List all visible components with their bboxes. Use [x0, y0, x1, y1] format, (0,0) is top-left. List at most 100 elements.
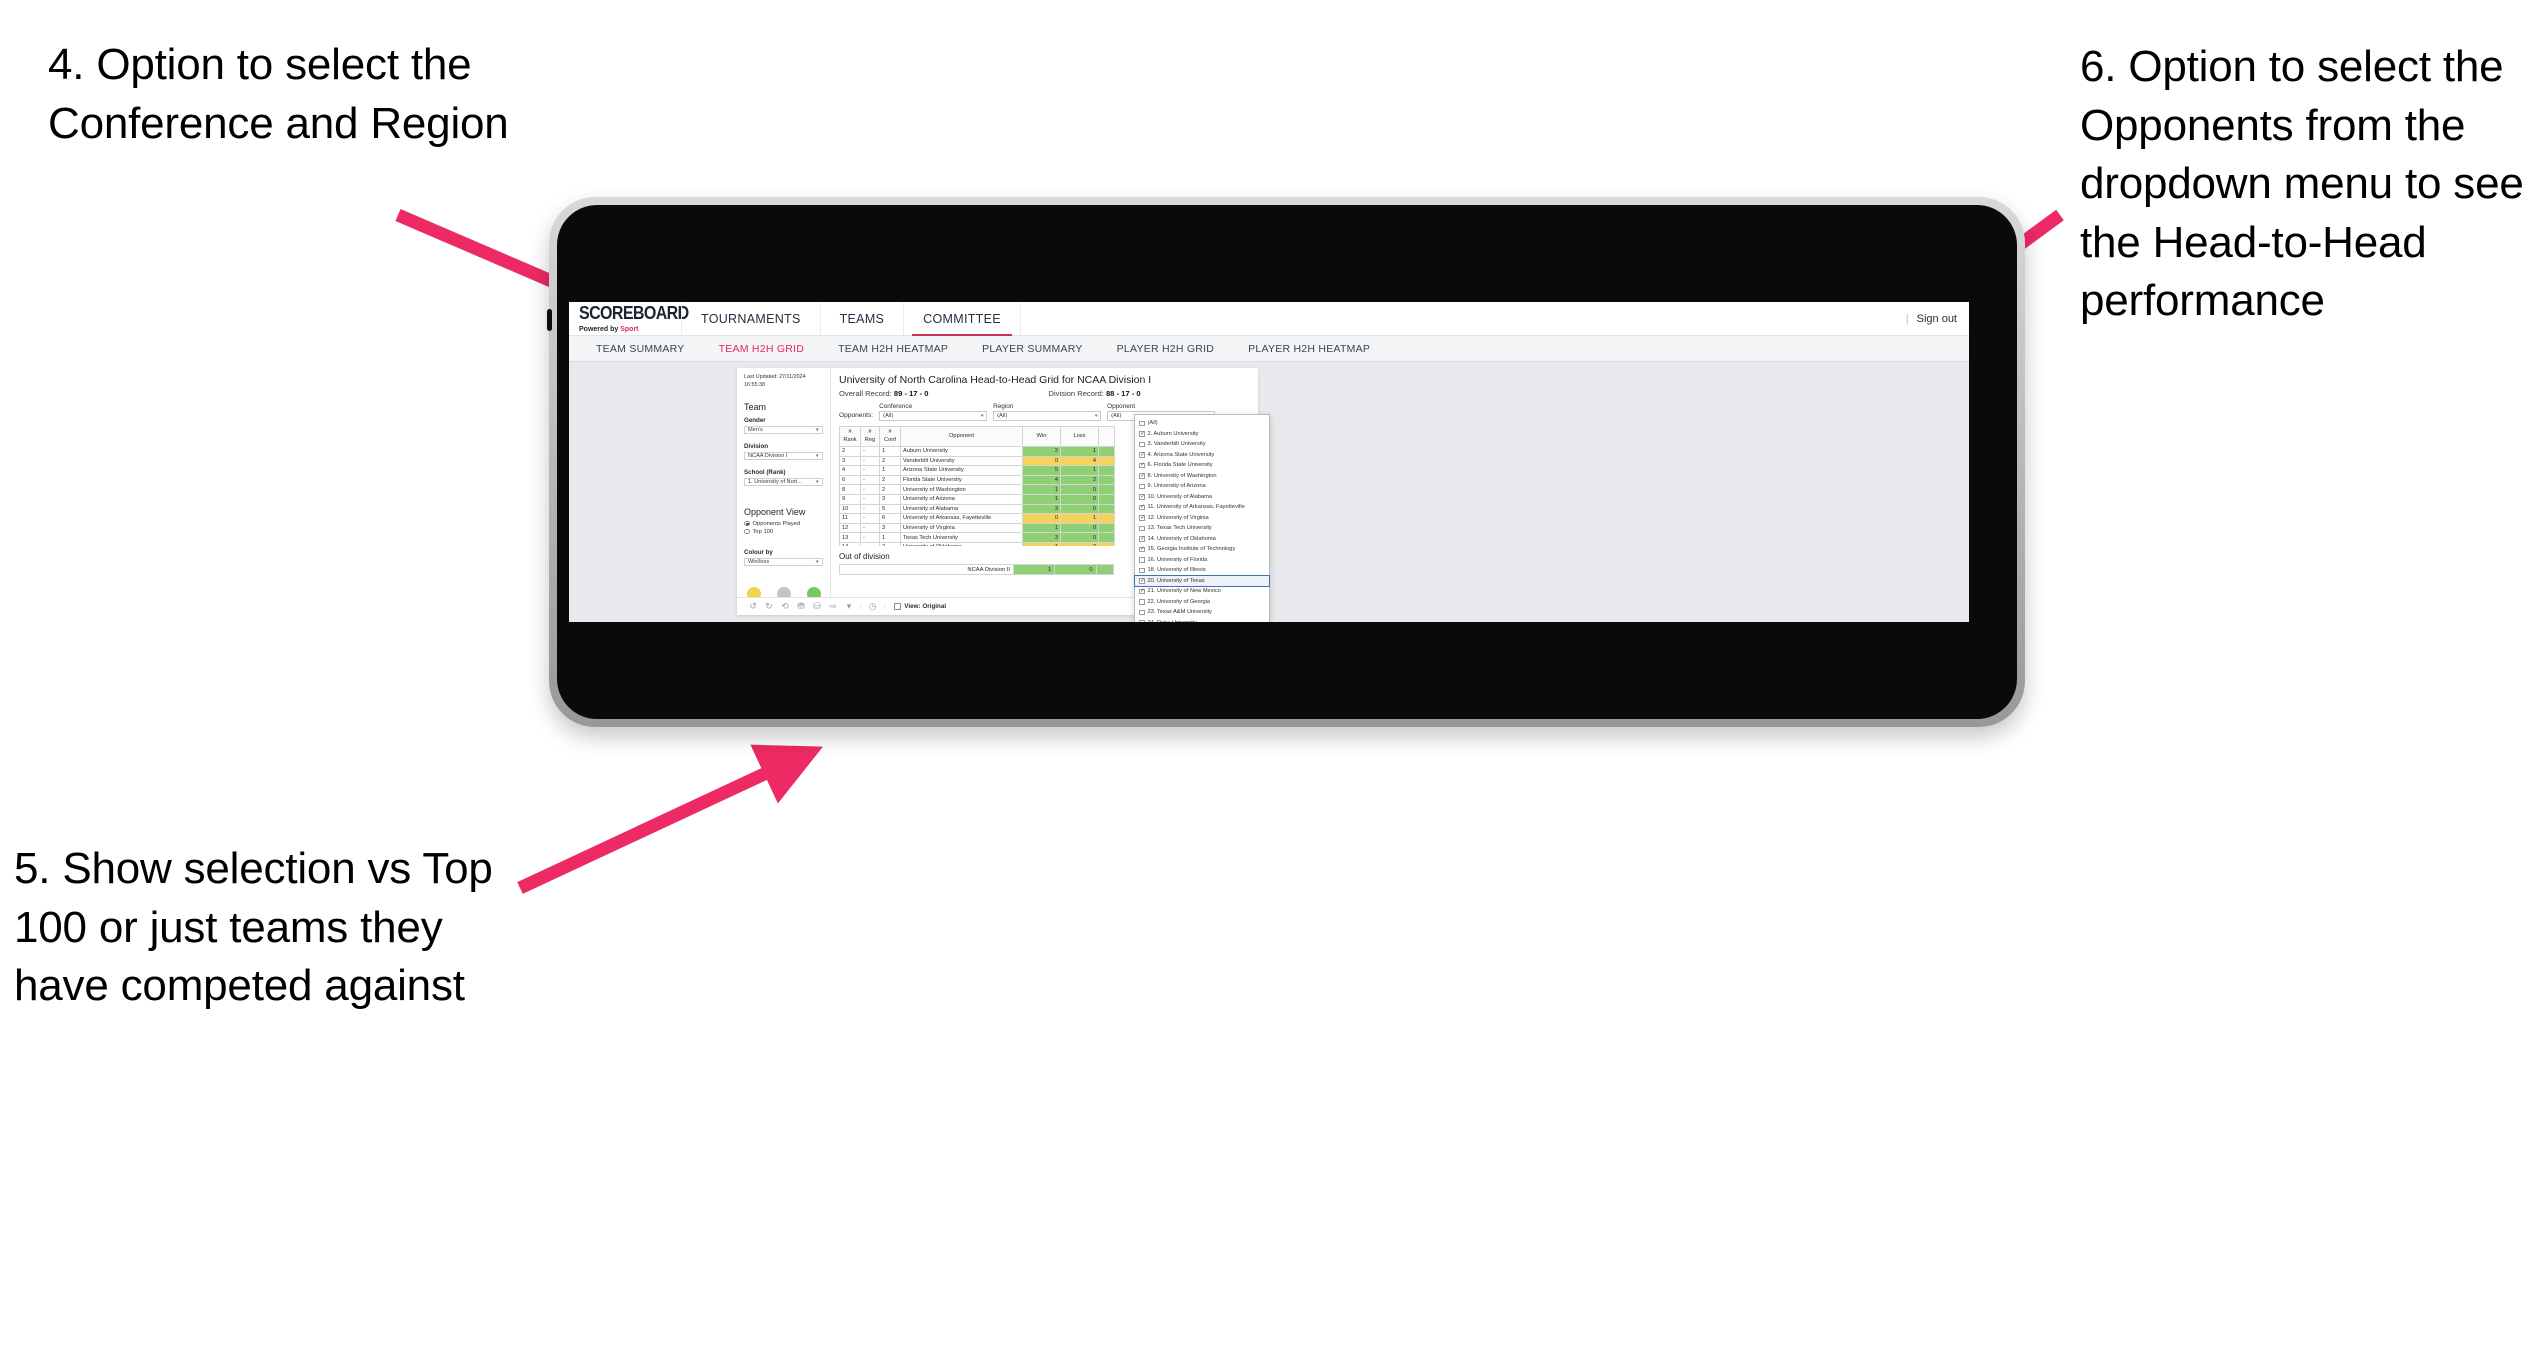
cell-rank: 11	[839, 513, 861, 524]
opponent-option[interactable]: 21. University of New Mexico	[1135, 586, 1269, 597]
signout-link[interactable]: Sign out	[1917, 313, 1957, 325]
table-row[interactable]: 9-3 University of Arizona 1 0	[839, 493, 1115, 505]
table-row[interactable]: 13-1 Texas Tech University 3 0	[839, 532, 1115, 543]
out-of-division-row[interactable]: NCAA Division II 1 0	[839, 564, 1115, 575]
refresh-data-icon[interactable]: ⛃	[793, 601, 809, 612]
checkbox-icon[interactable]	[1139, 588, 1145, 594]
opponent-option[interactable]: 11. University of Arkansas, Fayetteville	[1135, 502, 1269, 513]
cell-win: 3	[1022, 503, 1061, 515]
checkbox-icon[interactable]	[1139, 420, 1145, 426]
opponent-option[interactable]: 12. University of Virginia	[1135, 513, 1269, 524]
filter-conference-select[interactable]: (All) ▾	[879, 411, 988, 421]
brand-logo[interactable]: SCOREBOARD Powered by Sport	[569, 304, 689, 333]
table-row[interactable]: 10-5 University of Alabama 3 0	[839, 503, 1115, 515]
cell-rank: 14	[839, 541, 861, 546]
colour-by-select[interactable]: Win/loss ▾	[744, 557, 823, 566]
checkbox-icon[interactable]	[1139, 599, 1145, 605]
cell-reg: -	[860, 541, 880, 546]
subnav-item-team-h2h-grid[interactable]: TEAM H2H GRID	[702, 343, 822, 355]
table-row[interactable]: 2-1 Auburn University 2 1	[839, 446, 1115, 457]
opponent-option[interactable]: 10. University of Alabama	[1135, 492, 1269, 503]
table-row[interactable]: 14-2University of Oklahoma12	[839, 541, 1115, 546]
checkbox-icon[interactable]	[1139, 567, 1145, 573]
clock-icon[interactable]: ◷	[865, 601, 881, 612]
subnav-item-player-h2h-grid[interactable]: PLAYER H2H GRID	[1100, 343, 1232, 355]
checkbox-icon[interactable]	[1139, 515, 1145, 521]
subnav-item-player-summary[interactable]: PLAYER SUMMARY	[965, 343, 1100, 355]
radio-opponents-played[interactable]: Opponents Played	[744, 521, 823, 527]
table-row[interactable]: 12-3 University of Virginia 1 0	[839, 522, 1115, 534]
col-reg[interactable]: # Reg	[860, 426, 880, 447]
subnav-item-player-h2h-heatmap[interactable]: PLAYER H2H HEATMAP	[1231, 343, 1387, 355]
checkbox-icon[interactable]	[1139, 557, 1145, 563]
opponent-option[interactable]: 2. Auburn University	[1135, 429, 1269, 440]
signout-divider: |	[1905, 313, 1909, 325]
col-conf[interactable]: # Conf	[879, 426, 901, 447]
opponent-option[interactable]: 16. University of Florida	[1135, 555, 1269, 566]
checkbox-icon[interactable]	[1139, 441, 1145, 447]
filter-region-select[interactable]: (All) ▾	[993, 411, 1102, 421]
opponent-option[interactable]: 20. University of Texas	[1134, 574, 1270, 587]
school-rank-select[interactable]: 1. University of Nort... ▾	[744, 477, 823, 486]
checkbox-icon[interactable]	[1139, 609, 1145, 615]
checkbox-icon[interactable]	[1139, 473, 1145, 479]
table-row[interactable]: 6-2 Florida State University 4 2	[839, 474, 1115, 486]
redo-icon[interactable]: ↻	[761, 601, 777, 612]
gender-select[interactable]: Men's ▾	[744, 425, 823, 434]
opponent-option[interactable]: 3. Vanderbilt University	[1135, 439, 1269, 450]
share-icon[interactable]: ⇨	[825, 601, 841, 612]
checkbox-icon[interactable]	[1139, 546, 1145, 552]
checkbox-icon[interactable]	[1139, 578, 1145, 584]
opponent-option[interactable]: 18. University of Illinois	[1135, 565, 1269, 576]
opponent-option[interactable]: 15. Georgia Institute of Technology	[1135, 544, 1269, 555]
checkbox-icon[interactable]	[1139, 620, 1145, 622]
division-value: NCAA Division I	[748, 452, 788, 459]
cell-tail	[1098, 541, 1115, 546]
col-loss[interactable]: Loss	[1060, 426, 1099, 447]
topnav-item-tournaments[interactable]: TOURNAMENTS	[681, 302, 820, 336]
filter-opponent-value: (All)	[1111, 413, 1122, 419]
cell-reg: -	[860, 513, 880, 524]
chevron-down-icon[interactable]: ▾	[841, 601, 857, 612]
table-row[interactable]: 8-2 University of Washington 1 0	[839, 484, 1115, 495]
checkbox-icon[interactable]	[1139, 483, 1145, 489]
opponent-option[interactable]: 4. Arizona State University	[1135, 450, 1269, 461]
table-row[interactable]: 3-2 Vanderbilt University 0 4	[839, 455, 1115, 467]
topnav-item-committee[interactable]: COMMITTEE	[903, 302, 1021, 336]
checkbox-icon[interactable]	[1139, 431, 1145, 437]
undo-icon[interactable]: ↺	[745, 601, 761, 612]
checkbox-icon[interactable]	[1139, 504, 1145, 510]
view-original-button[interactable]: View: Original	[894, 603, 946, 610]
opponent-dropdown-popup[interactable]: (All) 2. Auburn University 3. Vanderbilt U…	[1134, 414, 1270, 622]
subnav-item-team-h2h-heatmap[interactable]: TEAM H2H HEATMAP	[821, 343, 965, 355]
opponent-option[interactable]: (All)	[1135, 418, 1269, 429]
cell-win: 2	[1022, 446, 1061, 457]
col-rank[interactable]: # Rank	[839, 426, 861, 447]
opponent-option[interactable]: 13. Texas Tech University	[1135, 523, 1269, 534]
view-original-label: View: Original	[904, 603, 947, 610]
opponent-option[interactable]: 22. University of Georgia	[1135, 597, 1269, 608]
opponent-option[interactable]: 8. University of Washington	[1135, 471, 1269, 482]
checkbox-icon[interactable]	[1139, 525, 1145, 531]
opponent-option[interactable]: 24. Duke University	[1135, 618, 1269, 622]
topnav-item-teams[interactable]: TEAMS	[819, 302, 904, 336]
radio-top-100[interactable]: Top 100	[744, 529, 823, 535]
pause-updates-icon[interactable]: ⛁	[809, 601, 825, 612]
checkbox-icon[interactable]	[1139, 452, 1145, 458]
col-opponent[interactable]: Opponent	[900, 426, 1023, 447]
division-select[interactable]: NCAA Division I ▾	[744, 451, 823, 460]
checkbox-icon[interactable]	[1139, 462, 1145, 468]
cell-rank: 8	[839, 484, 861, 495]
table-row[interactable]: 4-1 Arizona State University 5 1	[839, 465, 1115, 476]
checkbox-icon[interactable]	[1139, 494, 1145, 500]
opponent-option[interactable]: 6. Florida State University	[1135, 460, 1269, 471]
opponent-option[interactable]: 23. Texas A&M University	[1135, 607, 1269, 618]
subnav-item-team-summary[interactable]: TEAM SUMMARY	[579, 343, 702, 355]
checkbox-icon[interactable]	[1139, 536, 1145, 542]
opponent-option[interactable]: 14. University of Oklahoma	[1135, 534, 1269, 545]
records-row: Overall Record: 89 - 17 - 0 Division Rec…	[839, 389, 1252, 398]
opponent-option[interactable]: 9. University of Arizona	[1135, 481, 1269, 492]
col-win[interactable]: Win	[1022, 426, 1061, 447]
revert-icon[interactable]: ⟲	[777, 601, 793, 612]
table-row[interactable]: 11-6 University of Arkansas, Fayetteville…	[839, 513, 1115, 524]
